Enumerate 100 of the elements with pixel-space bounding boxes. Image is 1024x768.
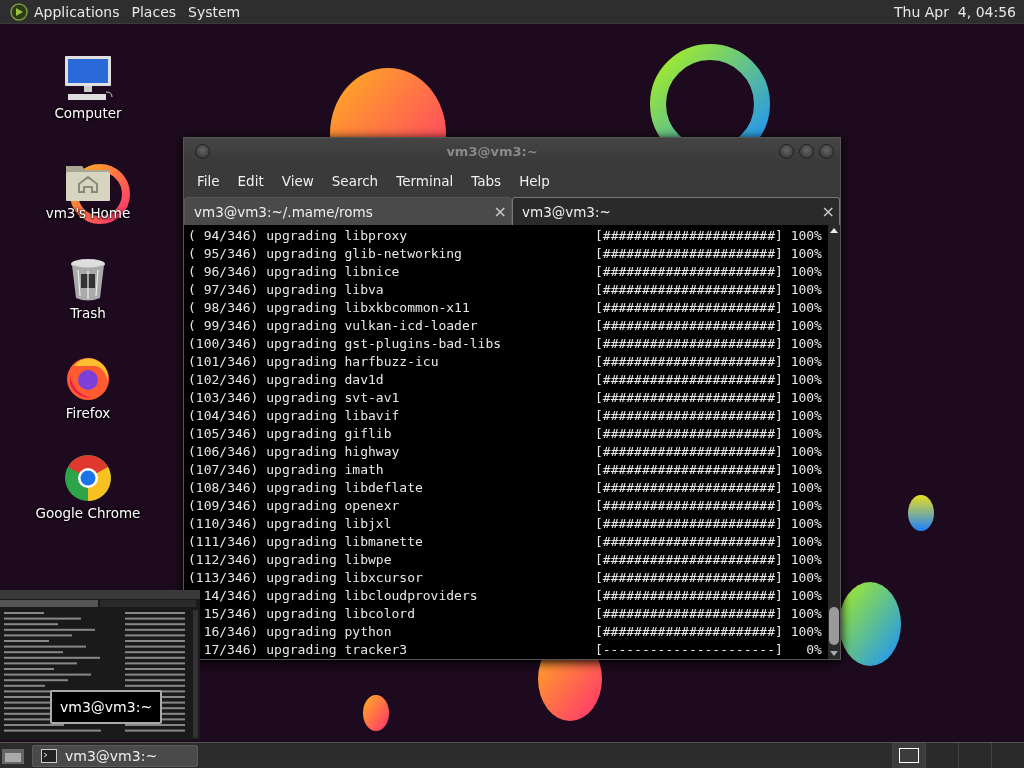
browser-icon[interactable] — [64, 454, 112, 502]
panel-menu[interactable]: Places — [125, 1, 183, 22]
taskbar-button[interactable]: vm3@vm3:~ — [32, 744, 198, 767]
progress-bar-text: [######################] — [595, 569, 783, 585]
terminal-line: ( 98/346) upgrading libxkbcommon-x11 — [188, 299, 471, 315]
terminal-line: ( 95/346) upgrading glib-networking — [188, 245, 463, 261]
icon-label[interactable]: Firefox — [65, 405, 111, 421]
terminal-line: ( 97/346) upgrading libva — [188, 281, 385, 297]
progress-bar-text: [######################] — [595, 479, 783, 495]
progress-bar-text: [######################] — [594, 587, 783, 603]
close-tab-button[interactable]: × — [493, 202, 507, 221]
terminal-line: (113/346) upgrading libxcursor — [188, 569, 424, 585]
progress-bar-text: [######################] — [595, 497, 783, 513]
tooltip: vm3@vm3:~ — [50, 690, 163, 724]
progress-bar-text: [######################] — [595, 227, 783, 243]
window-outline-icon — [899, 748, 919, 763]
terminal-line: (110/346) upgrading libjxl — [188, 515, 393, 531]
progress-bar-text: [######################] — [594, 605, 783, 621]
scrollbar[interactable] — [828, 225, 840, 659]
progress-bar-text: [######################] — [595, 371, 783, 387]
terminal-line: (107/346) upgrading imath — [188, 461, 385, 477]
icon-label[interactable]: Trash — [70, 305, 106, 321]
tab[interactable]: vm3@vm3:~/.mame/roms × — [184, 197, 512, 225]
tab[interactable]: vm3@vm3:~ × — [512, 197, 840, 225]
percent-text: 100% — [789, 605, 822, 621]
tab-label: vm3@vm3:~ — [522, 203, 611, 220]
percent-text: 100% — [789, 425, 822, 441]
percent-text: 100% — [789, 335, 822, 351]
percent-text: 100% — [789, 407, 822, 423]
percent-text: 100% — [789, 515, 822, 531]
progress-bar-text: [######################] — [595, 461, 783, 477]
terminal-line: (106/346) upgrading highway — [188, 443, 401, 459]
progress-bar-text: [######################] — [595, 515, 783, 531]
workspace-button[interactable] — [892, 742, 925, 768]
percent-text: 100% — [789, 299, 822, 315]
menu-item[interactable]: Tabs — [462, 169, 511, 193]
percent-text: 100% — [789, 497, 822, 513]
terminal-line: (111/346) upgrading libmanette — [188, 533, 424, 549]
trash-icon[interactable] — [69, 258, 107, 302]
percent-text: 100% — [789, 227, 822, 243]
logo-icon[interactable] — [10, 2, 28, 21]
menu-item[interactable]: View — [272, 169, 323, 193]
menu-item[interactable]: Edit — [228, 169, 273, 193]
terminal-line: 17/346) upgrading tracker3 — [202, 641, 409, 657]
clock[interactable]: Thu Apr 4, 04:56 — [893, 1, 1016, 22]
progress-bar-text: [######################] — [595, 299, 783, 315]
percent-text: 100% — [789, 263, 822, 279]
progress-bar-text: [######################] — [595, 335, 783, 351]
terminal-line: 16/346) upgrading python — [202, 623, 393, 639]
scrollbar-thumb[interactable] — [829, 607, 839, 645]
progress-bar-text: [######################] — [595, 263, 783, 279]
terminal-line: 15/346) upgrading libcolord — [202, 605, 416, 621]
terminal-line: (112/346) upgrading libwpe — [188, 551, 393, 567]
percent-text: 100% — [789, 443, 822, 459]
progress-bar-text: [######################] — [595, 389, 783, 405]
close-tab-button[interactable]: × — [821, 202, 835, 221]
terminal-line: (108/346) upgrading libdeflate — [188, 479, 424, 495]
terminal-line: ( 99/346) upgrading vulkan-icd-loader — [188, 317, 479, 333]
progress-bar-text: [######################] — [595, 353, 783, 369]
terminal-line: (104/346) upgrading libavif — [188, 407, 401, 423]
panel-menu[interactable]: System — [182, 1, 247, 22]
terminal-line: 14/346) upgrading libcloudproviders — [202, 587, 479, 603]
percent-text: 100% — [789, 623, 822, 639]
menu-item[interactable]: Terminal — [387, 169, 463, 193]
terminal-line: (102/346) upgrading dav1d — [188, 371, 385, 387]
menu-item[interactable]: Help — [510, 169, 559, 193]
percent-text: 100% — [789, 551, 822, 567]
percent-text: 100% — [789, 245, 822, 261]
icon-label[interactable]: Google Chrome — [35, 505, 141, 521]
terminal-line: (101/346) upgrading harfbuzz-icu — [188, 353, 440, 369]
progress-bar-text: [######################] — [595, 245, 783, 261]
percent-text: 100% — [789, 281, 822, 297]
computer-icon[interactable] — [62, 54, 114, 102]
terminal-line: (100/346) upgrading gst-plugins-bad-libs — [188, 335, 503, 351]
percent-text: 100% — [789, 389, 822, 405]
percent-text: 100% — [789, 479, 822, 495]
terminal-line: (109/346) upgrading openexr — [188, 497, 401, 513]
progress-bar-text: [######################] — [595, 407, 783, 423]
progress-bar-text: [######################] — [595, 551, 783, 567]
panel-menu[interactable]: Applications — [28, 1, 126, 22]
percent-text: 0% — [805, 641, 822, 657]
terminal-line: (103/346) upgrading svt-av1 — [188, 389, 401, 405]
icon-label[interactable]: Computer — [54, 105, 122, 121]
progress-bar-text: [######################] — [595, 281, 783, 297]
percent-text: 100% — [789, 569, 822, 585]
percent-text: 100% — [789, 533, 822, 549]
progress-bar-text: [----------------------] — [594, 641, 783, 657]
percent-text: 100% — [789, 317, 822, 333]
menu-item[interactable]: Search — [322, 169, 388, 193]
window-title: vm3@vm3:~ — [445, 144, 539, 159]
progress-bar-text: [######################] — [595, 317, 783, 333]
terminal-line: ( 94/346) upgrading libproxy — [188, 227, 409, 243]
terminal-line: ( 96/346) upgrading libnice — [188, 263, 401, 279]
progress-bar-text: [######################] — [595, 425, 783, 441]
progress-bar-text: [######################] — [594, 623, 783, 639]
percent-text: 100% — [789, 461, 822, 477]
progress-bar-text: [######################] — [595, 533, 783, 549]
progress-bar-text: [######################] — [595, 443, 783, 459]
menu-item[interactable]: File — [188, 169, 229, 193]
percent-text: 100% — [789, 353, 822, 369]
